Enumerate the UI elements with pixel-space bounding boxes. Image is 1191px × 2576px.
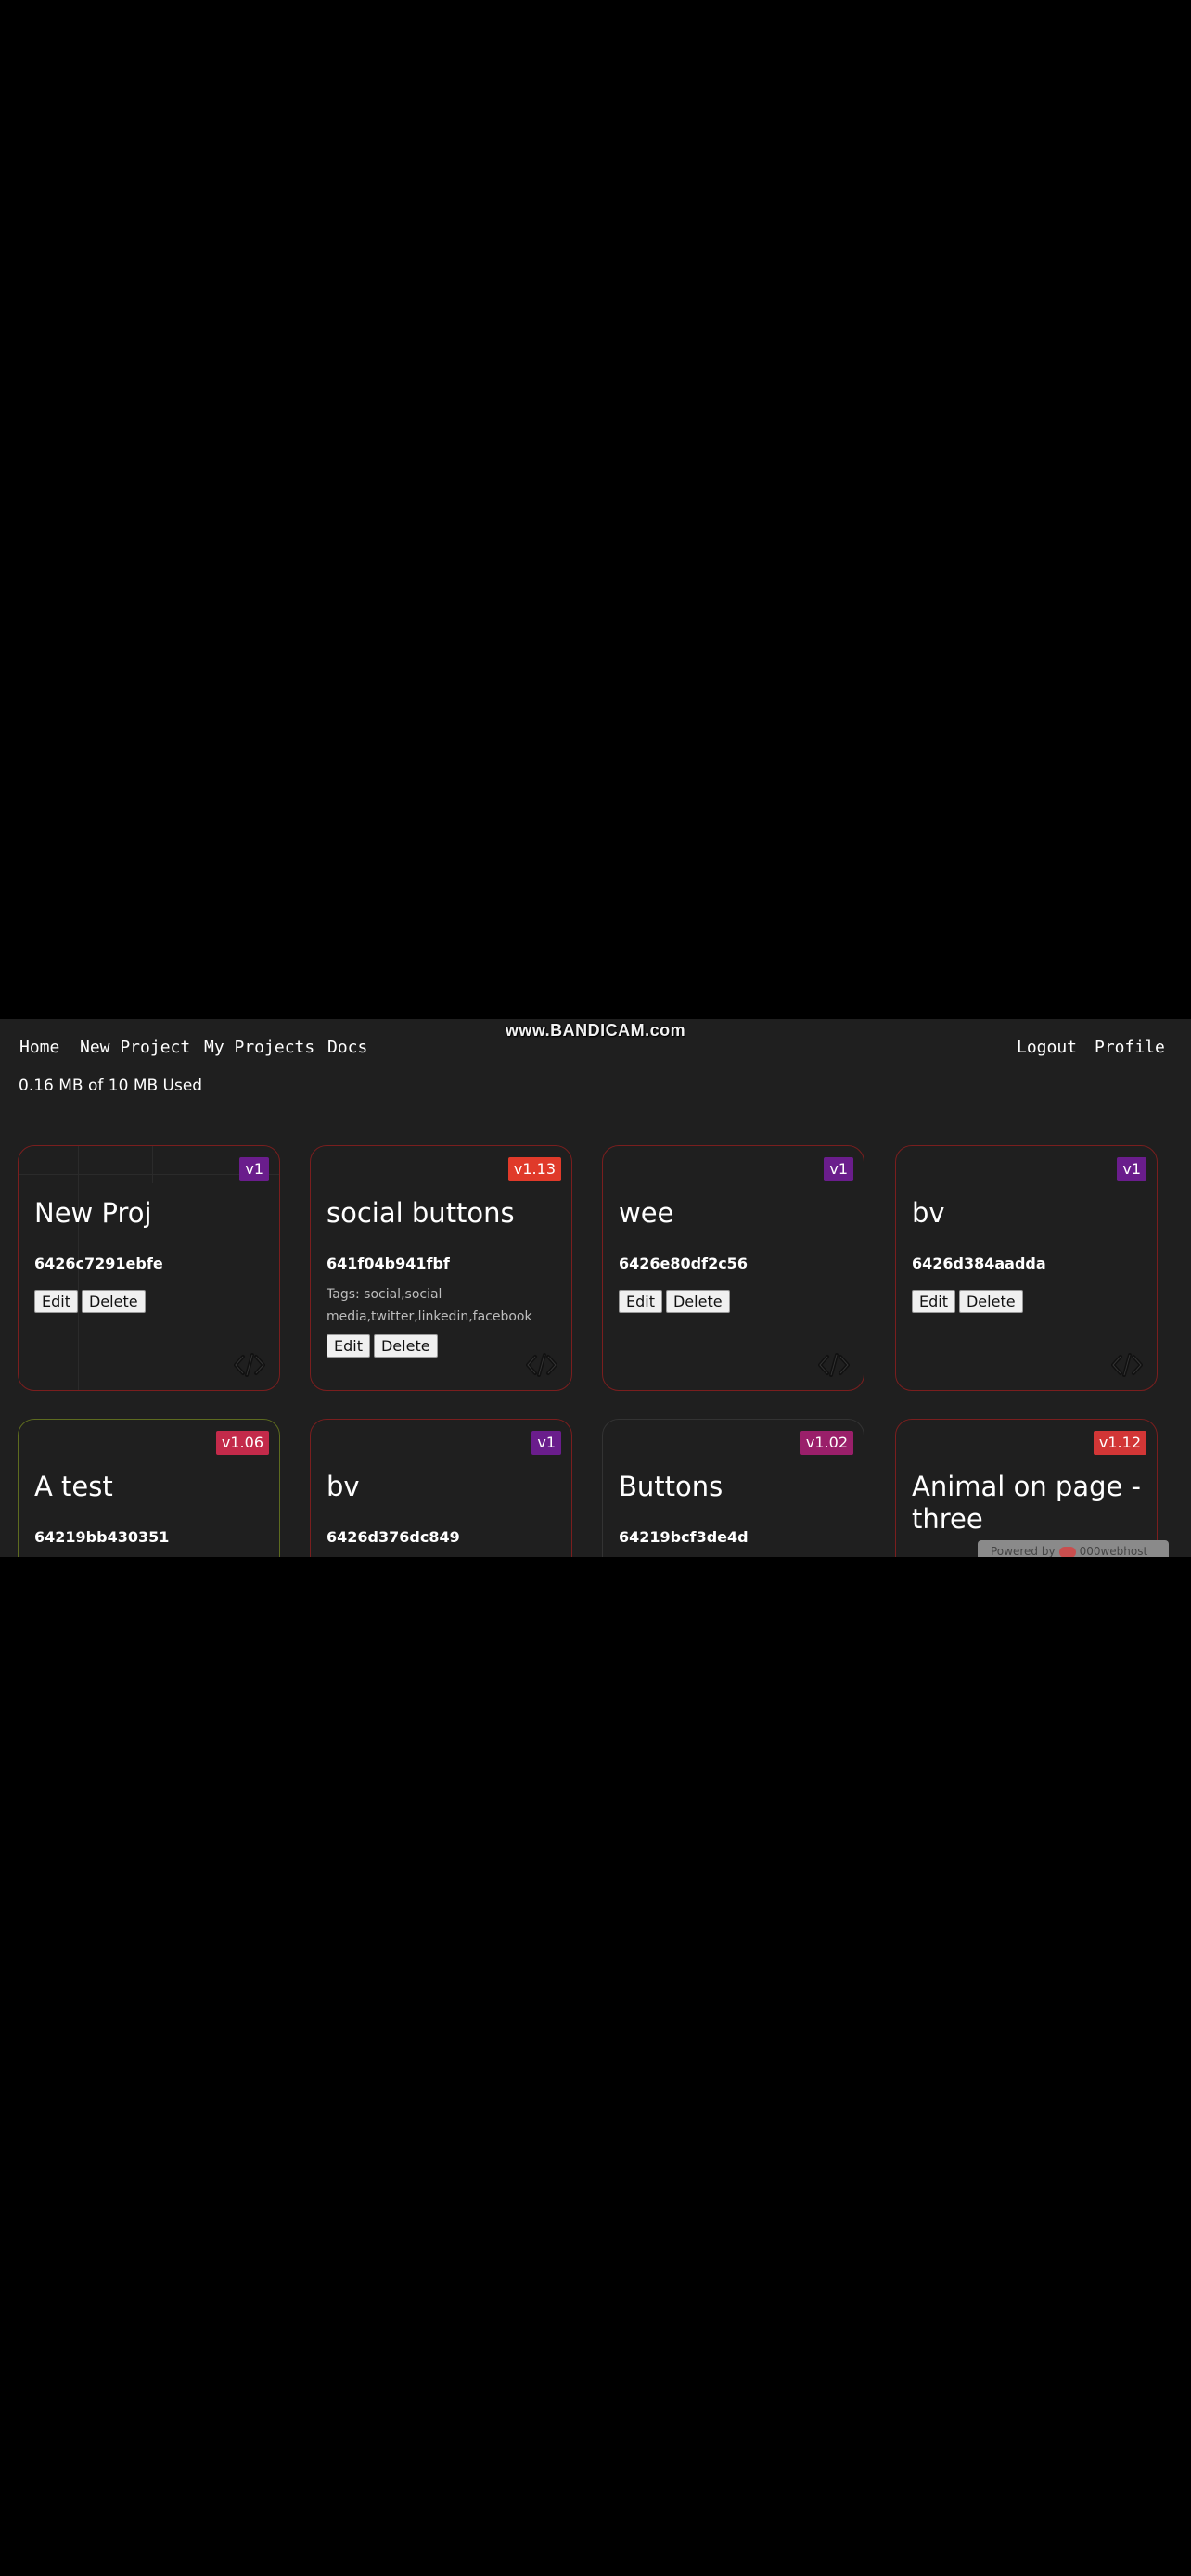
project-title[interactable]: bv [912, 1197, 1144, 1230]
project-card: v1.06 A test 64219bb430351 [18, 1419, 280, 1557]
project-id: 641f04b941fbf [327, 1255, 450, 1272]
webhost-logo-icon [1058, 1546, 1076, 1557]
code-icon[interactable] [526, 1353, 557, 1377]
version-badge: v1 [824, 1157, 853, 1181]
powered-by-brand: 000webhost [1079, 1545, 1148, 1557]
nav-new-project-link[interactable]: New Project [80, 1038, 190, 1057]
nav-home-link[interactable]: Home [19, 1038, 59, 1057]
project-title[interactable]: bv [327, 1471, 558, 1503]
project-card: v1 bv 6426d384aadda Edit Delete [895, 1145, 1158, 1391]
project-title[interactable]: Animal on page - three [912, 1471, 1144, 1536]
project-title[interactable]: A test [34, 1471, 266, 1503]
nav-profile-link[interactable]: Profile [1095, 1038, 1165, 1057]
project-title[interactable]: New Proj [34, 1197, 266, 1230]
edit-button[interactable]: Edit [327, 1334, 370, 1358]
project-title[interactable]: wee [619, 1197, 851, 1230]
nav-my-projects-link[interactable]: My Projects [204, 1038, 314, 1057]
nav-logout-link[interactable]: Logout [1017, 1038, 1077, 1057]
project-title[interactable]: social buttons [327, 1197, 558, 1230]
version-badge: v1 [531, 1431, 561, 1455]
project-card: v1.13 social buttons 641f04b941fbf Tags:… [310, 1145, 572, 1391]
version-badge: v1.12 [1093, 1431, 1146, 1455]
app-window: www.BANDICAM.com Home New Project My Pro… [0, 1019, 1191, 1557]
delete-button[interactable]: Delete [81, 1290, 146, 1313]
version-badge: v1.02 [800, 1431, 853, 1455]
project-id: 64219bcf3de4d [619, 1528, 749, 1546]
delete-button[interactable]: Delete [665, 1290, 730, 1313]
code-icon[interactable] [818, 1353, 850, 1377]
project-tags: Tags: social,social media,twitter,linked… [327, 1287, 532, 1324]
powered-by-label: Powered by [991, 1545, 1056, 1557]
powered-by-badge[interactable]: Powered by 000webhost [978, 1540, 1169, 1557]
project-id: 6426d384aadda [912, 1255, 1046, 1272]
edit-button[interactable]: Edit [912, 1290, 955, 1313]
version-badge: v1 [1117, 1157, 1146, 1181]
project-card: v1 wee 6426e80df2c56 Edit Delete [602, 1145, 864, 1391]
version-badge: v1 [239, 1157, 269, 1181]
edit-button[interactable]: Edit [34, 1290, 78, 1313]
project-id: 6426e80df2c56 [619, 1255, 748, 1272]
card-actions: Edit Delete [327, 1334, 442, 1358]
delete-button[interactable]: Delete [373, 1334, 438, 1358]
project-card: v1.12 Animal on page - three [895, 1419, 1158, 1557]
version-badge: v1.06 [215, 1431, 269, 1455]
card-actions: Edit Delete [912, 1290, 1027, 1313]
project-id: 64219bb430351 [34, 1528, 170, 1546]
code-icon[interactable] [1111, 1353, 1143, 1377]
project-card: v1.02 Buttons 64219bcf3de4d [602, 1419, 864, 1557]
nav-docs-link[interactable]: Docs [327, 1038, 367, 1057]
card-actions: Edit Delete [619, 1290, 734, 1313]
delete-button[interactable]: Delete [958, 1290, 1023, 1313]
top-nav: Home New Project My Projects Docs Logout… [0, 1038, 1191, 1065]
card-actions: Edit Delete [34, 1290, 149, 1313]
project-id: 6426c7291ebfe [34, 1255, 163, 1272]
edit-button[interactable]: Edit [619, 1290, 662, 1313]
grid-line [152, 1146, 153, 1183]
project-id: 6426d376dc849 [327, 1528, 460, 1546]
code-icon[interactable] [234, 1353, 265, 1377]
storage-usage: 0.16 MB of 10 MB Used [19, 1077, 203, 1095]
version-badge: v1.13 [507, 1157, 561, 1181]
project-title[interactable]: Buttons [619, 1471, 851, 1503]
project-card: v1 bv 6426d376dc849 [310, 1419, 572, 1557]
project-card: v1 New Proj 6426c7291ebfe Edit Delete [18, 1145, 280, 1391]
